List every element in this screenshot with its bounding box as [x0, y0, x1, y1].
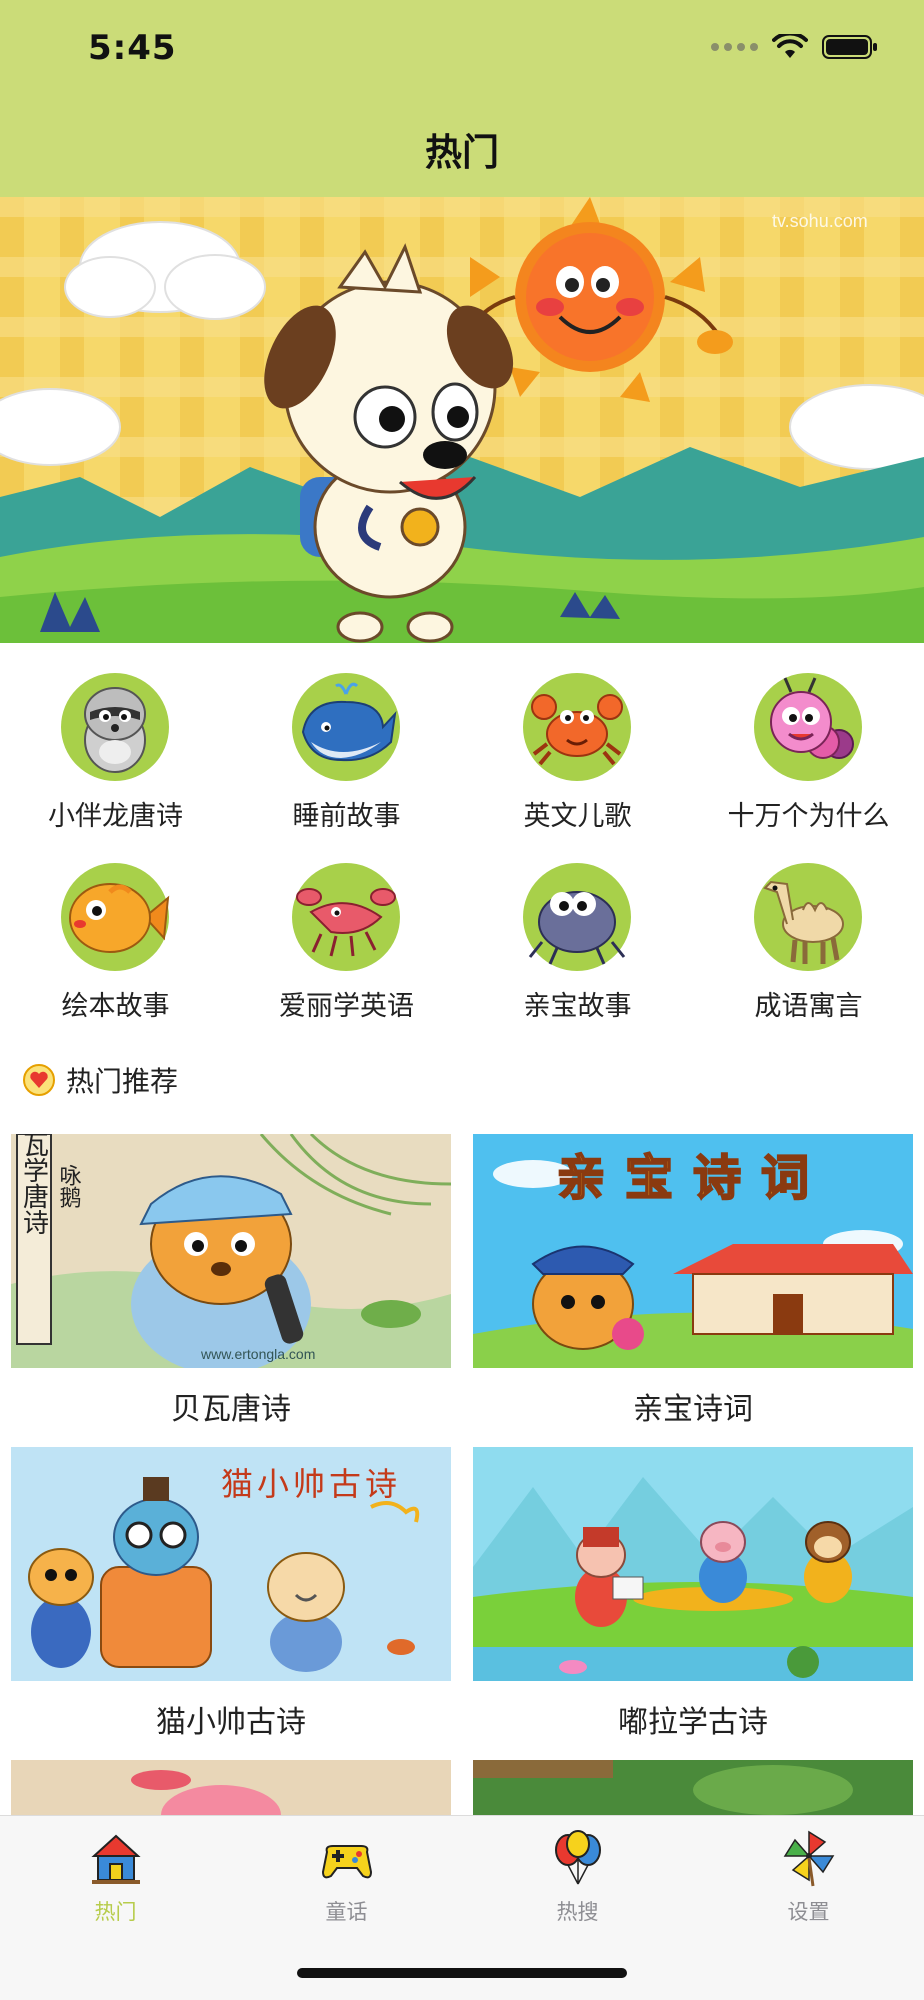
lobster-icon [292, 863, 400, 971]
goldfish-icon [61, 863, 170, 971]
tab-hot[interactable]: 热门 [0, 1816, 231, 1936]
banner-watermark: tv.sohu.com [772, 211, 868, 231]
card-thumb-text: 猫小帅古诗 [221, 1466, 401, 1502]
page-title: 热门 [425, 131, 499, 174]
recommend-card-qinbao-poems[interactable]: 亲宝诗词 亲宝诗词 [473, 1134, 913, 1434]
card-thumb-site: www.ertongla.com [200, 1346, 315, 1362]
caterpillar-icon [754, 673, 862, 781]
tab-label: 童话 [325, 1900, 368, 1924]
recommend-card-maoxiaoshuai-poems[interactable]: 猫小帅古诗 猫小帅古诗 [11, 1447, 451, 1747]
hero-banner[interactable]: tv.sohu.com [0, 197, 924, 643]
crab-icon [523, 673, 631, 781]
tab-fairy-tales[interactable]: 童话 [231, 1816, 462, 1936]
navigation-bar: 5:45 热门 [0, 0, 924, 197]
whale-icon [292, 673, 400, 781]
card-title: 亲宝诗词 [633, 1392, 753, 1427]
category-label: 睡前故事 [292, 801, 401, 832]
card-thumbnail: 猫小帅古诗 [11, 1447, 451, 1681]
recommend-card-dula-poems[interactable]: 嘟拉学古诗 [473, 1447, 913, 1747]
category-item-idiom-fables[interactable]: 成语寓言 [693, 862, 924, 1032]
category-item-picture-books[interactable]: 绘本故事 [0, 862, 231, 1032]
banner-illustration: tv.sohu.com [0, 197, 924, 643]
section-header-hot-recommend: 热门推荐 [22, 1060, 178, 1100]
tab-trending[interactable]: 热搜 [462, 1816, 693, 1936]
category-label: 小伴龙唐诗 [48, 801, 183, 832]
raccoon-icon [61, 673, 169, 781]
tab-label: 热搜 [556, 1900, 599, 1924]
house-icon [91, 1834, 141, 1884]
gamepad-icon [321, 1845, 373, 1879]
category-label: 成语寓言 [754, 991, 863, 1022]
card-thumbnail [11, 1760, 451, 1815]
card-thumbnail [473, 1447, 913, 1681]
camel-icon [754, 863, 862, 971]
category-item-english-songs[interactable]: 英文儿歌 [462, 672, 693, 842]
beetle-icon [523, 863, 631, 971]
app-screen: 5:45 热门 tv.sohu.com 小伴龙唐诗 睡前故事 英文儿歌 十万个为… [0, 0, 924, 2000]
category-item-bedtime-stories[interactable]: 睡前故事 [231, 672, 462, 842]
category-label: 英文儿歌 [523, 801, 632, 832]
category-label: 十万个为什么 [727, 801, 890, 832]
heart-badge-icon [23, 1064, 55, 1096]
card-title: 猫小帅古诗 [156, 1705, 306, 1740]
category-label: 亲宝故事 [523, 991, 632, 1022]
recommend-card-beiwa-tang-poems[interactable]: 贝瓦学唐诗 咏鹅 www.ertongla.com 贝瓦唐诗 [11, 1134, 451, 1434]
tab-label: 设置 [787, 1900, 830, 1924]
category-item-tang-poems[interactable]: 小伴龙唐诗 [0, 672, 231, 842]
card-thumbnail: 亲宝诗词 [473, 1134, 913, 1368]
status-icons [711, 34, 878, 60]
card-thumb-side-text: 咏鹅 [57, 1164, 82, 1208]
card-thumbnail [473, 1760, 913, 1815]
section-title: 热门推荐 [66, 1065, 179, 1098]
signal-icon [711, 43, 758, 51]
status-time: 5:45 [88, 28, 177, 68]
category-label: 爱丽学英语 [279, 991, 414, 1022]
home-indicator[interactable] [297, 1968, 627, 1978]
tab-label: 热门 [94, 1900, 137, 1924]
category-item-why-questions[interactable]: 十万个为什么 [693, 672, 924, 842]
pinwheel-icon [783, 1830, 835, 1887]
category-label: 绘本故事 [61, 991, 170, 1022]
balloons-icon [555, 1830, 601, 1885]
wifi-icon [772, 34, 808, 58]
card-thumb-text: 亲宝诗词 [557, 1152, 829, 1205]
battery-icon [822, 35, 877, 59]
tab-settings[interactable]: 设置 [693, 1816, 924, 1936]
card-thumb-vertical-text: 贝瓦学唐诗 [20, 1134, 49, 1235]
category-item-alice-english[interactable]: 爱丽学英语 [231, 862, 462, 1032]
category-item-qinbao-stories[interactable]: 亲宝故事 [462, 862, 693, 1032]
card-title: 贝瓦唐诗 [171, 1392, 291, 1427]
card-title: 嘟拉学古诗 [618, 1705, 768, 1740]
card-thumbnail: 贝瓦学唐诗 咏鹅 www.ertongla.com [11, 1134, 451, 1368]
